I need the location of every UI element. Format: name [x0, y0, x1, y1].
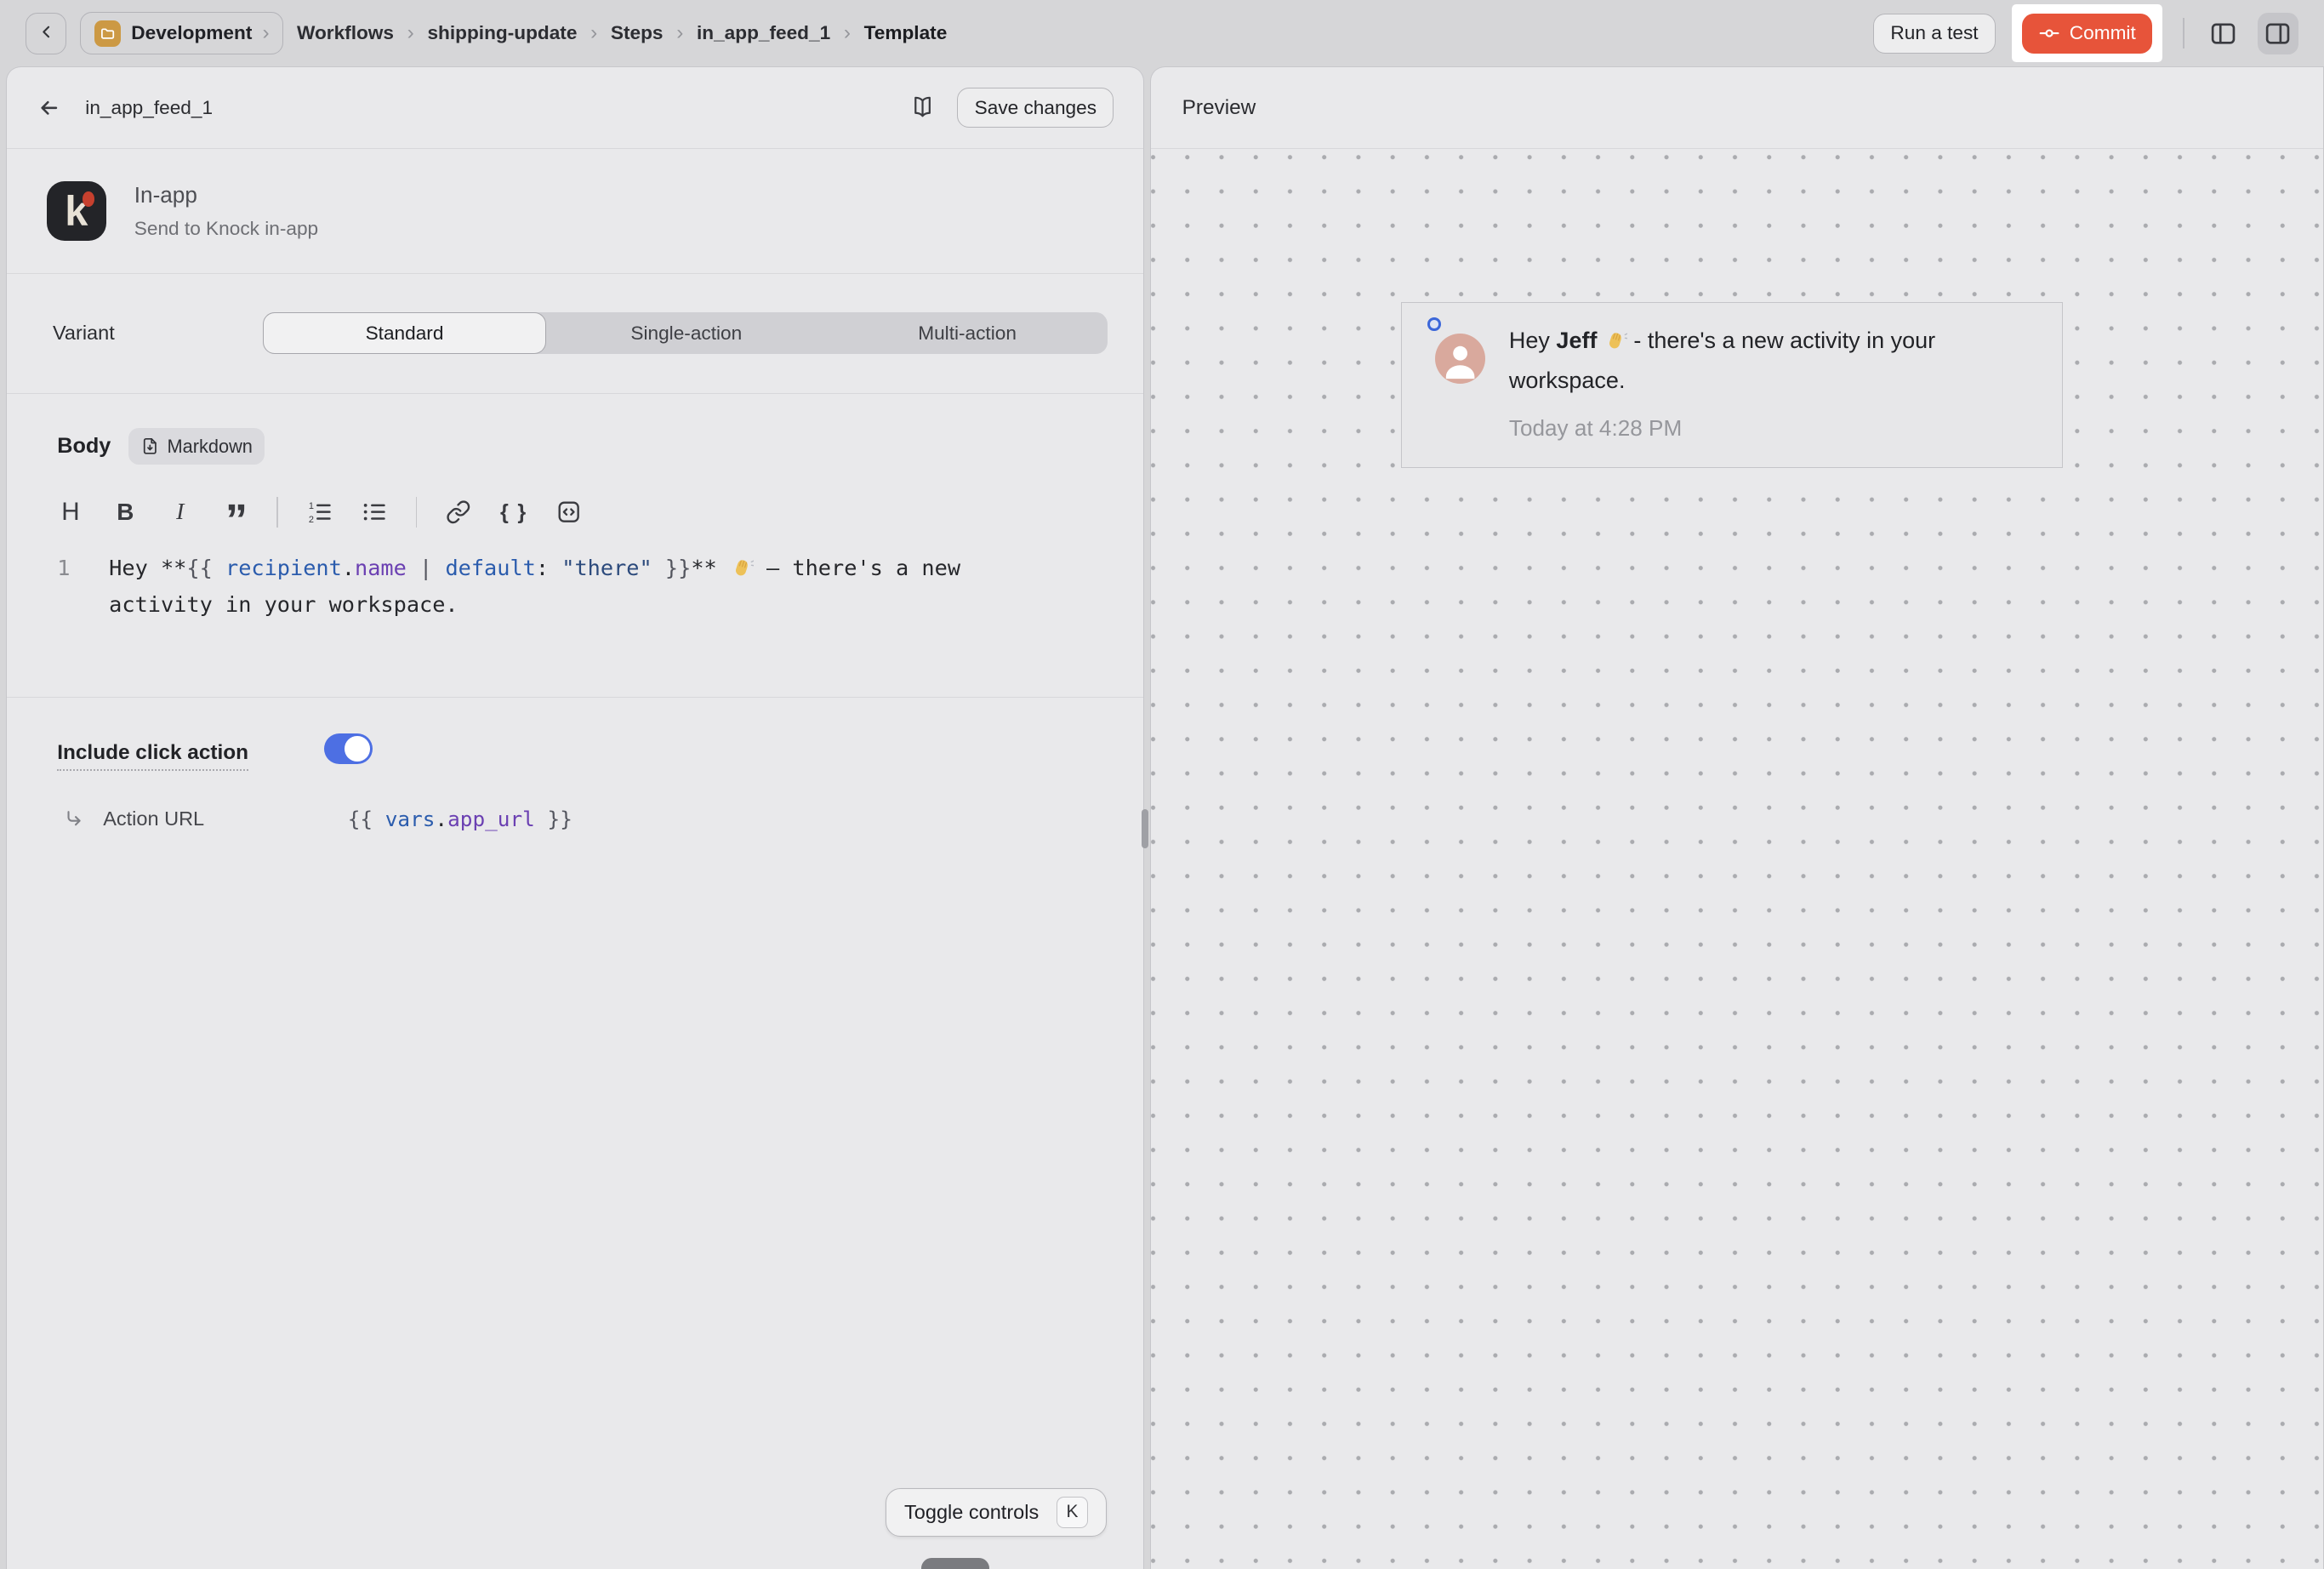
click-action-section: Include click action Action URL {{ vars.… — [7, 698, 1143, 831]
git-commit-icon — [2038, 22, 2060, 44]
panel-right-icon — [2264, 20, 2292, 48]
breadcrumb-separator: › — [590, 21, 597, 45]
breadcrumb-separator: › — [676, 21, 683, 45]
heading-icon-button[interactable]: H — [57, 496, 83, 528]
bullet-list-icon-button[interactable] — [361, 496, 387, 528]
breadcrumb-item-Template[interactable]: Template — [864, 22, 948, 44]
code-line: activity in your workspace. — [109, 589, 960, 620]
breadcrumb: Workflows › shipping-update › Steps › in_app_f… — [297, 21, 947, 45]
variant-label: Variant — [53, 322, 263, 345]
template-editor-panel: in_app_feed_1 Save changes k In-app Send… — [6, 66, 1144, 1568]
chevron-right-icon: › — [263, 21, 270, 45]
svg-text:2: 2 — [309, 515, 314, 525]
braces-icon-button[interactable]: { } — [500, 496, 527, 528]
wave-emoji-icon — [730, 556, 754, 588]
recipient-name: Jeff — [1556, 328, 1597, 353]
format-badge-label: Markdown — [168, 436, 253, 458]
knock-logo: k — [47, 181, 106, 241]
knock-logo-dot — [83, 191, 94, 206]
variant-tab-multi-action[interactable]: Multi-action — [827, 312, 1108, 354]
include-click-action-toggle[interactable] — [324, 733, 373, 765]
notification-timestamp: Today at 4:28 PM — [1509, 415, 1682, 442]
bold-icon-button[interactable]: B — [112, 496, 139, 528]
preview-canvas: Hey Jeff - there's a new activity in you… — [1151, 151, 2323, 1569]
run-test-button[interactable]: Run a test — [1873, 14, 1995, 54]
cutoff-toast — [921, 1558, 989, 1569]
action-url-row: Action URL {{ vars.app_url }} — [57, 807, 1143, 831]
breadcrumb-item-Workflows[interactable]: Workflows — [297, 22, 394, 44]
include-click-action-label: Include click action — [57, 741, 248, 771]
body-section: Body Markdown HBI”12{ } 1 Hey **{{ recip… — [7, 394, 1143, 698]
code-content[interactable]: Hey **{{ recipient.name | default: "ther… — [109, 552, 960, 620]
person-icon — [1435, 334, 1485, 384]
preview-panel: Preview Hey Jeff - there's a new activit… — [1150, 66, 2324, 1568]
file-down-icon — [140, 436, 160, 456]
commit-label: Commit — [2070, 22, 2136, 44]
top-bar: Development › Workflows › shipping-update ›… — [0, 0, 2324, 66]
body-label: Body — [57, 434, 111, 459]
avatar — [1435, 334, 1485, 384]
breadcrumb-item-in_app_feed_1[interactable]: in_app_feed_1 — [697, 22, 830, 44]
toolbar-separator — [276, 497, 278, 528]
breadcrumb-separator: › — [844, 21, 851, 45]
knock-workflow-editor: Development › Workflows › shipping-update ›… — [0, 0, 2324, 1569]
topbar-divider — [2183, 18, 2184, 49]
line-number-gutter: 1 — [57, 552, 109, 620]
commit-button[interactable]: Commit — [2022, 14, 2152, 54]
toggle-controls-button[interactable]: Toggle controls K — [886, 1488, 1106, 1537]
toggle-left-panel-button[interactable] — [2202, 13, 2244, 54]
formatting-toolbar: HBI”12{ } — [57, 496, 1108, 528]
kbd-shortcut: K — [1057, 1497, 1088, 1528]
quote-icon-button[interactable]: ” — [222, 496, 248, 528]
notification-message: Hey Jeff - there's a new activity in you… — [1509, 323, 2013, 399]
book-open-icon — [909, 94, 937, 122]
chevron-left-icon — [37, 23, 55, 41]
code-editor[interactable]: 1 Hey **{{ recipient.name | default: "th… — [57, 552, 1108, 620]
breadcrumb-item-Steps[interactable]: Steps — [611, 22, 664, 44]
preview-title: Preview — [1182, 96, 1256, 120]
channel-subtitle: Send to Knock in-app — [134, 218, 318, 240]
link-icon-button[interactable] — [446, 496, 472, 528]
svg-text:1: 1 — [309, 501, 314, 511]
breadcrumb-item-shipping-update[interactable]: shipping-update — [427, 22, 577, 44]
back-arrow-button[interactable] — [37, 95, 62, 121]
variant-row: Variant StandardSingle-actionMulti-actio… — [7, 274, 1143, 394]
editor-header: in_app_feed_1 Save changes — [7, 67, 1143, 149]
environment-chip[interactable]: Development › — [80, 12, 283, 55]
code-block-icon-button[interactable] — [555, 496, 582, 528]
save-changes-button[interactable]: Save changes — [957, 88, 1114, 128]
line-number: 1 — [57, 552, 109, 584]
wave-emoji-icon — [1603, 328, 1627, 363]
arrow-left-icon — [37, 95, 62, 121]
channel-info: k In-app Send to Knock in-app — [7, 149, 1143, 273]
toggle-right-panel-button[interactable] — [2258, 13, 2299, 54]
variant-segmented-control: StandardSingle-actionMulti-action — [263, 312, 1108, 354]
back-button[interactable] — [26, 13, 67, 54]
environment-label: Development — [131, 22, 252, 44]
toolbar-separator — [416, 497, 418, 528]
ordered-list-icon-button[interactable]: 12 — [306, 496, 333, 528]
format-badge[interactable]: Markdown — [128, 428, 265, 465]
step-title: in_app_feed_1 — [85, 97, 213, 119]
action-url-value[interactable]: {{ vars.app_url }} — [348, 807, 572, 831]
toggle-controls-label: Toggle controls — [904, 1501, 1039, 1524]
variant-tab-standard[interactable]: Standard — [263, 312, 545, 354]
variant-tab-single-action[interactable]: Single-action — [546, 312, 827, 354]
breadcrumb-separator: › — [407, 21, 414, 45]
channel-title: In-app — [134, 182, 318, 208]
code-line: Hey **{{ recipient.name | default: "ther… — [109, 552, 960, 589]
panel-left-icon — [2209, 20, 2237, 48]
action-url-label: Action URL — [103, 807, 204, 830]
preview-header: Preview — [1151, 67, 2323, 149]
unread-indicator — [1427, 317, 1441, 331]
docs-button[interactable] — [909, 94, 937, 122]
italic-icon-button[interactable]: I — [167, 496, 193, 528]
folder-icon — [94, 20, 121, 47]
toggle-knob — [345, 736, 370, 762]
notification-card[interactable]: Hey Jeff - there's a new activity in you… — [1401, 302, 2062, 468]
corner-down-right-icon — [63, 807, 85, 830]
panel-resize-handle[interactable] — [1142, 809, 1149, 847]
commit-highlight-box: Commit — [2012, 4, 2162, 62]
